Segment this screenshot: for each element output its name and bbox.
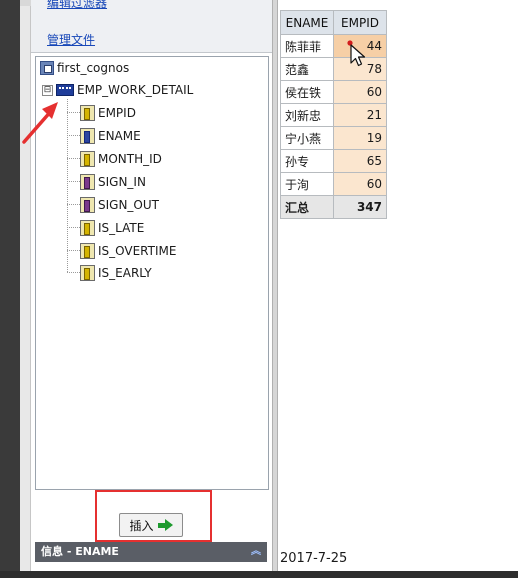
query-subject-icon [56, 84, 74, 96]
tree-item-ename[interactable]: ENAME [80, 126, 141, 146]
query-item-icon [80, 105, 95, 121]
table-row: 陈菲菲 44 [280, 34, 387, 58]
tree-item-month-id[interactable]: MONTH_ID [80, 149, 162, 169]
summary-value[interactable]: 347 [333, 195, 387, 219]
tree-item-sign-in[interactable]: SIGN_IN [80, 172, 146, 192]
table-row: 孙专 65 [280, 149, 387, 173]
query-item-icon [80, 128, 95, 144]
table-row: 范鑫 78 [280, 57, 387, 81]
query-item-icon [80, 151, 95, 167]
tree-item-label: MONTH_ID [98, 152, 162, 166]
tree-item-is-early[interactable]: IS_EARLY [80, 263, 152, 283]
package-label: first_cognos [57, 61, 130, 75]
query-subject-label: EMP_WORK_DETAIL [77, 83, 194, 97]
source-tree: first_cognos ⊟ EMP_WORK_DETAIL EMPID ENA… [35, 56, 269, 490]
report-date: 2017-7-25 [280, 551, 348, 566]
column-header-empid[interactable]: EMPID [333, 10, 387, 35]
info-bar-title: 信息 - ENAME [41, 545, 119, 558]
window-frame-left [0, 0, 20, 578]
arrow-right-icon [157, 519, 173, 531]
query-item-icon [80, 243, 95, 259]
insert-button-label: 插入 [129, 518, 154, 533]
summary-row: 汇总 347 [280, 195, 387, 219]
query-item-icon [80, 174, 95, 190]
cell-ename[interactable]: 陈菲菲 [280, 34, 334, 58]
tree-connector [67, 112, 80, 113]
mouse-cursor-icon [347, 40, 366, 67]
cell-ename[interactable]: 宁小燕 [280, 126, 334, 150]
tree-connector [67, 250, 80, 251]
tree-item-is-late[interactable]: IS_LATE [80, 218, 144, 238]
tree-item-is-overtime[interactable]: IS_OVERTIME [80, 241, 176, 261]
cell-empid[interactable]: 60 [333, 80, 387, 104]
list-header-row: ENAME EMPID [280, 10, 387, 35]
tree-item-label: EMPID [98, 106, 136, 120]
cell-empid[interactable]: 19 [333, 126, 387, 150]
info-bar: 信息 - ENAME ︽ [35, 542, 267, 562]
manage-files-link[interactable]: 管理文件 [47, 31, 95, 48]
insertable-objects-pane: 编辑过滤器 管理文件 first_cognos ⊟ EMP_WORK_DETAI… [31, 0, 272, 571]
left-vertical-strip [20, 6, 31, 571]
tree-item-sign-out[interactable]: SIGN_OUT [80, 195, 159, 215]
tree-item-label: SIGN_OUT [98, 198, 159, 212]
summary-label[interactable]: 汇总 [280, 195, 334, 219]
cell-empid[interactable]: 65 [333, 149, 387, 173]
cell-ename[interactable]: 刘新忠 [280, 103, 334, 127]
tree-node-package[interactable]: first_cognos [40, 58, 129, 78]
tree-item-label: ENAME [98, 129, 141, 143]
query-item-icon [80, 197, 95, 213]
insert-button[interactable]: 插入 [119, 513, 183, 537]
collapse-toggle-icon[interactable]: ⊟ [42, 85, 53, 96]
cell-ename[interactable]: 孙专 [280, 149, 334, 173]
tree-connector [67, 135, 80, 136]
table-row: 宁小燕 19 [280, 126, 387, 150]
column-header-ename[interactable]: ENAME [280, 10, 334, 35]
pane-header: 编辑过滤器 管理文件 [31, 0, 272, 53]
cell-empid[interactable]: 60 [333, 172, 387, 196]
table-row: 刘新忠 21 [280, 103, 387, 127]
tree-item-empid[interactable]: EMPID [80, 103, 136, 123]
tree-connector [67, 272, 80, 273]
tree-connector [67, 158, 80, 159]
query-item-icon [80, 220, 95, 236]
table-row: 侯在铁 60 [280, 80, 387, 104]
annotation-arrow-icon [22, 102, 58, 144]
cell-ename[interactable]: 范鑫 [280, 57, 334, 81]
tree-connector [67, 227, 80, 228]
window-frame-bottom [0, 571, 518, 578]
report-canvas: ENAME EMPID 陈菲菲 44 范鑫 78 侯在铁 60 刘新忠 21 宁… [278, 0, 518, 571]
tree-item-label: IS_EARLY [98, 266, 152, 280]
cell-ename[interactable]: 于洵 [280, 172, 334, 196]
cell-ename[interactable]: 侯在铁 [280, 80, 334, 104]
package-icon [40, 61, 54, 75]
list-report[interactable]: ENAME EMPID 陈菲菲 44 范鑫 78 侯在铁 60 刘新忠 21 宁… [280, 10, 387, 219]
tree-item-label: IS_OVERTIME [98, 244, 177, 258]
query-item-icon [80, 265, 95, 281]
table-row: 于洵 60 [280, 172, 387, 196]
tree-connector [67, 99, 68, 272]
tree-connector [67, 181, 80, 182]
collapse-up-icon[interactable]: ︽ [251, 542, 261, 562]
edit-filter-link[interactable]: 编辑过滤器 [47, 0, 107, 11]
cell-empid[interactable]: 21 [333, 103, 387, 127]
tree-node-query-subject[interactable]: EMP_WORK_DETAIL [56, 80, 193, 100]
tree-item-label: IS_LATE [98, 221, 145, 235]
tree-item-label: SIGN_IN [98, 175, 146, 189]
tree-connector [67, 204, 80, 205]
